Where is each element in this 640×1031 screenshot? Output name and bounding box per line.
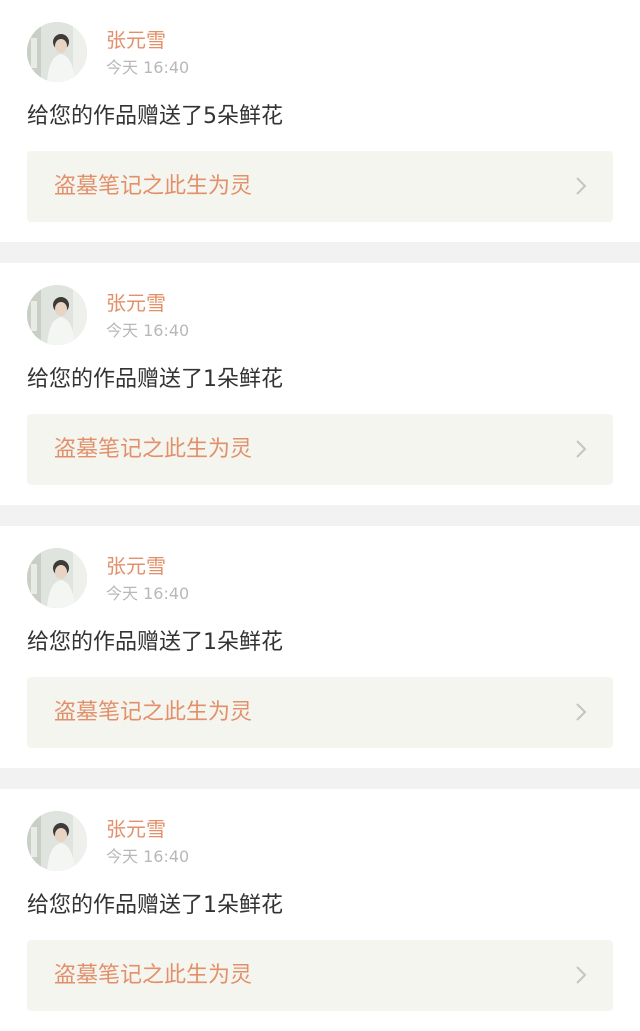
avatar[interactable] — [27, 811, 87, 871]
chevron-right-icon — [575, 439, 587, 459]
timestamp: 今天 16:40 — [106, 584, 190, 603]
gift-message: 给您的作品赠送了5朵鲜花 — [27, 104, 283, 129]
notification-card: 张元雪 今天 16:40 给您的作品赠送了1朵鲜花 盗墓笔记之此生为灵 — [0, 263, 640, 505]
user-name[interactable]: 张元雪 — [106, 553, 166, 579]
gift-message: 给您的作品赠送了1朵鲜花 — [27, 630, 283, 655]
avatar[interactable] — [27, 548, 87, 608]
chevron-right-icon — [575, 965, 587, 985]
avatar[interactable] — [27, 285, 87, 345]
work-title: 盗墓笔记之此生为灵 — [54, 963, 253, 988]
work-link-card[interactable]: 盗墓笔记之此生为灵 — [27, 151, 613, 222]
work-title: 盗墓笔记之此生为灵 — [54, 700, 253, 725]
section-divider — [0, 505, 640, 526]
chevron-right-icon — [575, 702, 587, 722]
notification-feed: 张元雪 今天 16:40 给您的作品赠送了5朵鲜花 盗墓笔记之此生为灵 张元雪 … — [0, 0, 640, 1031]
gift-message: 给您的作品赠送了1朵鲜花 — [27, 893, 283, 918]
gift-message: 给您的作品赠送了1朵鲜花 — [27, 367, 283, 392]
work-link-card[interactable]: 盗墓笔记之此生为灵 — [27, 677, 613, 748]
work-title: 盗墓笔记之此生为灵 — [54, 437, 253, 462]
user-name[interactable]: 张元雪 — [106, 27, 166, 53]
work-link-card[interactable]: 盗墓笔记之此生为灵 — [27, 414, 613, 485]
section-divider — [0, 242, 640, 263]
user-name[interactable]: 张元雪 — [106, 816, 166, 842]
avatar[interactable] — [27, 22, 87, 82]
timestamp: 今天 16:40 — [106, 58, 190, 77]
work-title: 盗墓笔记之此生为灵 — [54, 174, 253, 199]
notification-card: 张元雪 今天 16:40 给您的作品赠送了1朵鲜花 盗墓笔记之此生为灵 — [0, 526, 640, 768]
notification-card: 张元雪 今天 16:40 给您的作品赠送了1朵鲜花 盗墓笔记之此生为灵 — [0, 789, 640, 1031]
section-divider — [0, 768, 640, 789]
timestamp: 今天 16:40 — [106, 321, 190, 340]
work-link-card[interactable]: 盗墓笔记之此生为灵 — [27, 940, 613, 1011]
user-name[interactable]: 张元雪 — [106, 290, 166, 316]
timestamp: 今天 16:40 — [106, 847, 190, 866]
chevron-right-icon — [575, 176, 587, 196]
notification-card: 张元雪 今天 16:40 给您的作品赠送了5朵鲜花 盗墓笔记之此生为灵 — [0, 0, 640, 242]
